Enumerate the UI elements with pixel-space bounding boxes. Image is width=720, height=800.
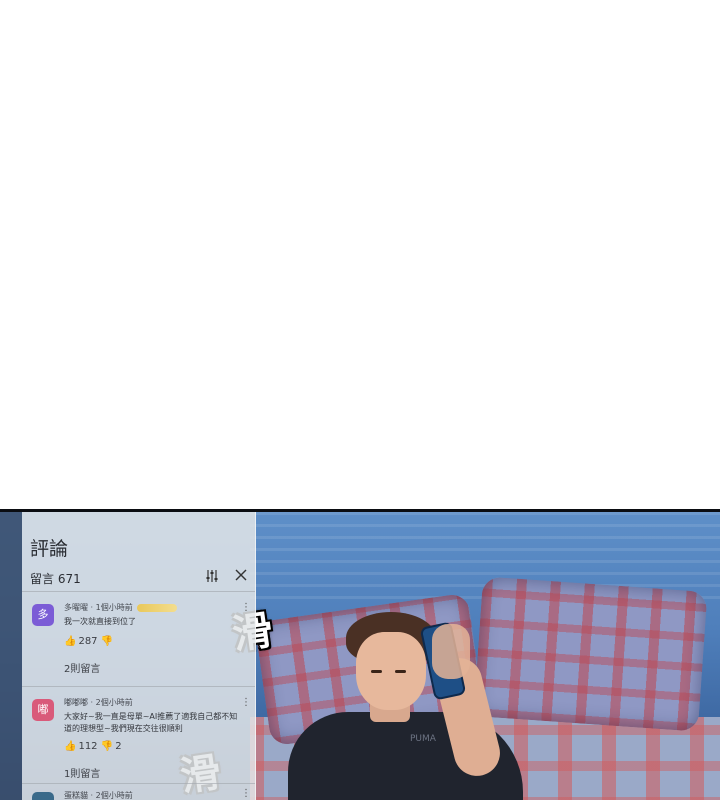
comment-username: 嘟嘟嘟 · 2個小時前 — [64, 698, 133, 707]
sliders-icon[interactable] — [205, 569, 219, 583]
comment-text: 我一次就直接到位了 — [64, 617, 136, 626]
replies-link[interactable]: 1則留言 — [64, 765, 100, 780]
blank-page-area — [0, 0, 720, 509]
like-count: 287 — [78, 636, 98, 647]
thumbs-down-icon[interactable]: 👎 — [101, 636, 113, 647]
comments-overlay: 評論 留言 671 多 多曜曜 · 1個小時前 我一次就直接到位了 ⋮ 👍 287… — [22, 512, 256, 800]
more-options-icon[interactable]: ⋮ — [241, 788, 251, 799]
thumbs-up-icon[interactable]: 👍 — [64, 636, 76, 647]
comment-reactions: 👍 287 👎 — [64, 636, 115, 647]
character-eye — [395, 670, 406, 673]
plaid-pillow-right — [473, 576, 708, 732]
more-options-icon[interactable]: ⋮ — [241, 602, 251, 613]
avatar[interactable]: 嘟 — [32, 699, 54, 721]
character-hand — [432, 624, 470, 679]
user-badge — [136, 603, 177, 612]
avatar[interactable]: 多 — [32, 604, 54, 626]
comic-panel: PUMA 滑 滑 評論 留言 671 多 多曜曜 · 1個小時前 — [0, 509, 720, 800]
dislike-count: 2 — [115, 741, 122, 752]
comment-item: 嘟 嘟嘟嘟 · 2個小時前 大家好~我一直是母單~AI推薦了適我自己都不知道的理… — [22, 687, 255, 782]
thumbs-down-icon[interactable]: 👎 — [101, 741, 113, 752]
close-icon[interactable] — [234, 568, 248, 582]
shirt-logo: PUMA — [410, 734, 436, 744]
character-face — [356, 632, 426, 710]
thumbs-up-icon[interactable]: 👍 — [64, 741, 76, 752]
comments-count: 留言 671 — [30, 572, 81, 586]
replies-link[interactable]: 2則留言 — [64, 660, 100, 675]
comment-item: 蛋糕貓 · 2個小時前 ⋮ — [22, 784, 255, 800]
comment-item: 多 多曜曜 · 1個小時前 我一次就直接到位了 ⋮ 👍 287 👎 2則留言 — [22, 592, 255, 687]
comment-text: 大家好~我一直是母單~AI推薦了適我自己都不知道的理想型~我們現在交往很順利 — [64, 712, 238, 733]
panel-left-edge — [0, 512, 22, 800]
like-count: 112 — [78, 741, 98, 752]
character-eye — [371, 670, 382, 673]
more-options-icon[interactable]: ⋮ — [241, 697, 251, 708]
comment-reactions: 👍 112 👎 2 — [64, 741, 122, 752]
comments-title: 評論 — [30, 538, 69, 560]
comment-username: 蛋糕貓 · 2個小時前 — [64, 791, 133, 800]
comment-username: 多曜曜 · 1個小時前 — [64, 602, 177, 613]
avatar[interactable] — [32, 792, 54, 800]
